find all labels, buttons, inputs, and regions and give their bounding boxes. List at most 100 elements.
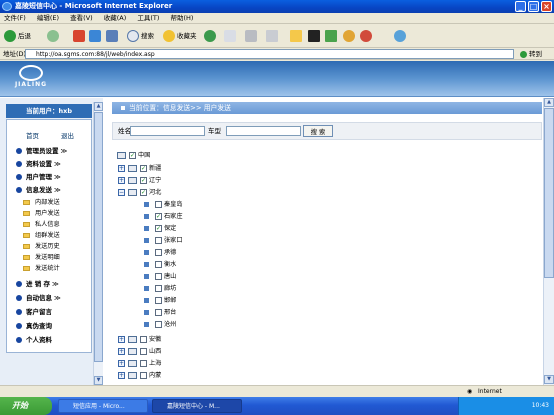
checkbox[interactable] — [155, 248, 162, 256]
left-scrollbar[interactable]: ▲ ▼ — [93, 102, 103, 385]
menu-view[interactable]: 查看(V) — [70, 14, 93, 22]
tree-city[interactable]: ✓ 保定 — [144, 224, 176, 234]
tree-city[interactable]: 邢台 — [144, 308, 176, 318]
go-button[interactable]: 转到 — [520, 48, 542, 60]
main-scroll-thumb[interactable] — [544, 108, 554, 278]
menu-tools[interactable]: 工具(T) — [137, 14, 159, 22]
close-button[interactable]: × — [541, 1, 552, 12]
scroll-up-icon[interactable]: ▲ — [94, 102, 103, 111]
taskbar-item-sms-app[interactable]: 短信应用 - Micro... — [58, 399, 148, 413]
tree-city[interactable]: 邯郸 — [144, 296, 176, 306]
plugin-button-3[interactable] — [343, 29, 357, 43]
back-button[interactable]: 后退 — [4, 29, 31, 43]
checkbox[interactable] — [155, 272, 162, 280]
tree-city[interactable]: 衡水 — [144, 260, 176, 270]
nav-admin-settings[interactable]: 管理员设置 ≫ — [16, 146, 67, 156]
tree-node-liaoning[interactable]: + ✓ 辽宁 — [118, 176, 161, 186]
collapse-icon[interactable]: − — [118, 188, 125, 196]
plugin-button-2[interactable] — [325, 29, 339, 43]
nav-inventory[interactable]: 进 销 存 ≫ — [16, 279, 59, 289]
checkbox[interactable] — [140, 359, 147, 367]
tree-city[interactable]: 张家口 — [144, 236, 183, 246]
scroll-up-icon[interactable]: ▲ — [544, 98, 554, 107]
tree-city[interactable]: 廊坊 — [144, 284, 176, 294]
tree-city[interactable]: 承德 — [144, 248, 176, 258]
nav-message-send[interactable]: 信息发送 ≫ — [16, 185, 61, 195]
nav-user-management[interactable]: 用户管理 ≫ — [16, 172, 61, 182]
refresh-button[interactable] — [89, 29, 103, 43]
nav-sub-stats[interactable]: 发送统计 — [23, 264, 60, 274]
plugin-button-5[interactable] — [394, 29, 408, 43]
checkbox[interactable] — [155, 200, 162, 208]
tree-node-anhui[interactable]: + 安徽 — [118, 335, 161, 345]
checkbox[interactable] — [140, 347, 147, 355]
tree-city[interactable]: ✓ 石家庄 — [144, 212, 183, 222]
nav-sub-detail[interactable]: 发送明细 — [23, 253, 60, 263]
checkbox[interactable]: ✓ — [155, 212, 162, 220]
checkbox[interactable] — [155, 284, 162, 292]
checkbox[interactable] — [140, 371, 147, 379]
maximize-button[interactable]: □ — [528, 1, 539, 12]
checkbox[interactable]: ✓ — [155, 224, 162, 232]
stop-button[interactable] — [73, 29, 87, 43]
address-input[interactable]: http://oa.sgms.com:88/jl/web/index.asp — [25, 49, 514, 59]
plugin-button-1[interactable] — [308, 29, 322, 43]
favorites-button[interactable]: 收藏夹 — [163, 29, 197, 43]
nav-sub-user-send[interactable]: 用户发送 — [23, 209, 60, 219]
home-button[interactable] — [106, 29, 120, 43]
nav-profile[interactable]: 个人资料 — [16, 335, 52, 345]
start-button[interactable]: 开始 — [0, 397, 52, 415]
tree-city[interactable]: 唐山 — [144, 272, 176, 282]
expand-icon[interactable]: + — [118, 371, 125, 379]
tree-node-shanxi[interactable]: + 山西 — [118, 347, 161, 357]
main-scrollbar[interactable]: ▲ ▼ — [543, 98, 554, 385]
checkbox[interactable]: ✓ — [140, 188, 147, 196]
expand-icon[interactable]: + — [118, 359, 125, 367]
expand-icon[interactable]: + — [118, 176, 125, 184]
nav-authenticity-check[interactable]: 真伪查询 — [16, 321, 52, 331]
menu-edit[interactable]: 编辑(E) — [37, 14, 59, 22]
search-button[interactable]: 搜索 — [127, 29, 154, 43]
nav-customer-message[interactable]: 客户留言 — [16, 307, 52, 317]
folder-button[interactable] — [290, 29, 304, 43]
nav-sub-internal[interactable]: 内部发送 — [23, 198, 60, 208]
search-submit-button[interactable]: 搜 索 — [303, 125, 333, 137]
tree-node-root[interactable]: ✓ 中国 — [117, 151, 150, 161]
edit-button[interactable] — [266, 29, 280, 43]
nav-auto-message[interactable]: 自动信息 ≫ — [16, 293, 61, 303]
scroll-down-icon[interactable]: ▼ — [544, 375, 554, 384]
tree-city[interactable]: 沧州 — [144, 320, 176, 330]
logout-link[interactable]: 退出 — [61, 132, 74, 140]
nav-data-settings[interactable]: 资料设置 ≫ — [16, 159, 61, 169]
tree-city[interactable]: 秦皇岛 — [144, 200, 183, 210]
home-link[interactable]: 首页 — [26, 132, 39, 140]
mail-button[interactable] — [224, 29, 238, 43]
checkbox[interactable] — [140, 335, 147, 343]
minimize-button[interactable]: _ — [515, 1, 526, 12]
tree-node-xinjiang[interactable]: + ✓ 新疆 — [118, 164, 161, 174]
expand-icon[interactable]: + — [118, 335, 125, 343]
print-button[interactable] — [245, 29, 259, 43]
expand-icon[interactable]: + — [118, 164, 125, 172]
taskbar-item-sms-center[interactable]: 嘉陵短信中心 - M... — [152, 399, 242, 413]
checkbox[interactable] — [155, 320, 162, 328]
car-input[interactable] — [226, 126, 301, 136]
checkbox[interactable]: ✓ — [129, 151, 136, 159]
forward-button[interactable] — [47, 29, 61, 43]
scroll-down-icon[interactable]: ▼ — [94, 376, 103, 385]
checkbox[interactable] — [155, 260, 162, 268]
tree-node-neimeng[interactable]: + 内蒙 — [118, 371, 161, 381]
name-input[interactable] — [130, 126, 205, 136]
tree-node-shanghai[interactable]: + 上海 — [118, 359, 161, 369]
nav-sub-private[interactable]: 私人信息 — [23, 220, 60, 230]
tree-node-hebei[interactable]: − ✓ 河北 — [118, 188, 161, 198]
checkbox[interactable] — [155, 308, 162, 316]
menu-help[interactable]: 帮助(H) — [171, 14, 194, 22]
checkbox[interactable] — [155, 236, 162, 244]
menu-view-favorites[interactable]: 收藏(A) — [104, 14, 127, 22]
plugin-button-4[interactable] — [360, 29, 374, 43]
checkbox[interactable] — [155, 296, 162, 304]
nav-sub-group[interactable]: 组群发送 — [23, 231, 60, 241]
checkbox[interactable]: ✓ — [140, 176, 147, 184]
left-scroll-thumb[interactable] — [94, 112, 103, 362]
